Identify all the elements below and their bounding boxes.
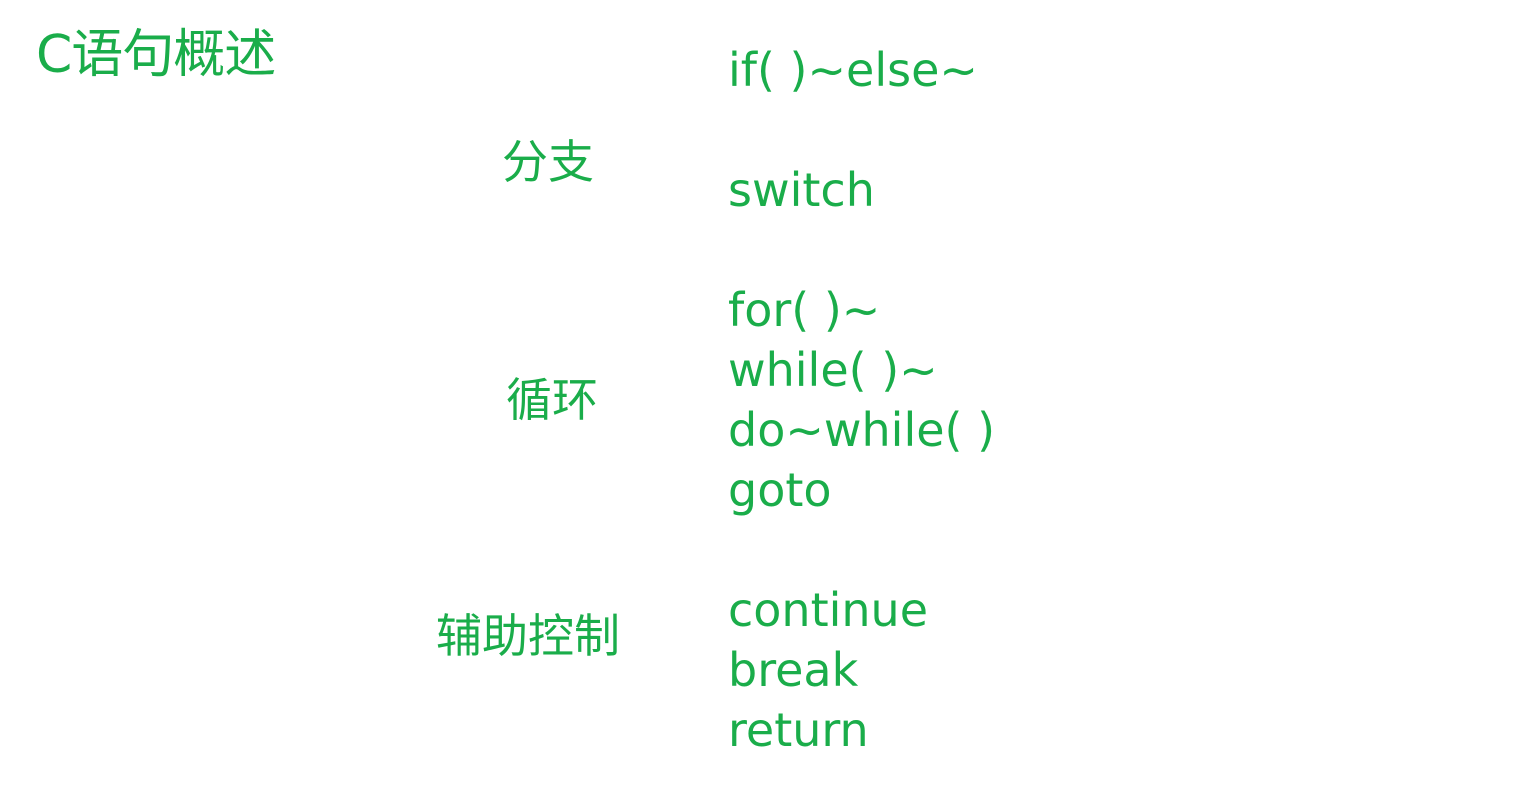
category-loop-label: 循环: [506, 373, 598, 427]
loop-statements: for( )~ while( )~ do~while( ) goto: [728, 280, 995, 520]
auxiliary-control-statements: continue break return: [728, 580, 928, 760]
statement-for: for( )~: [728, 283, 881, 337]
statement-goto: goto: [728, 463, 832, 517]
category-branch-label: 分支: [502, 135, 594, 189]
branch-statements: if( )~else~ switch: [728, 40, 978, 220]
statement-while: while( )~: [728, 343, 938, 397]
page-title: C语句概述: [36, 25, 276, 85]
statement-if-else: if( )~else~: [728, 43, 978, 97]
statement-break: break: [728, 643, 859, 697]
statement-switch: switch: [728, 163, 875, 217]
category-auxiliary-control-label: 辅助控制: [436, 609, 620, 663]
statement-do-while: do~while( ): [728, 403, 996, 457]
statement-continue: continue: [728, 583, 929, 637]
statement-return: return: [728, 703, 869, 757]
